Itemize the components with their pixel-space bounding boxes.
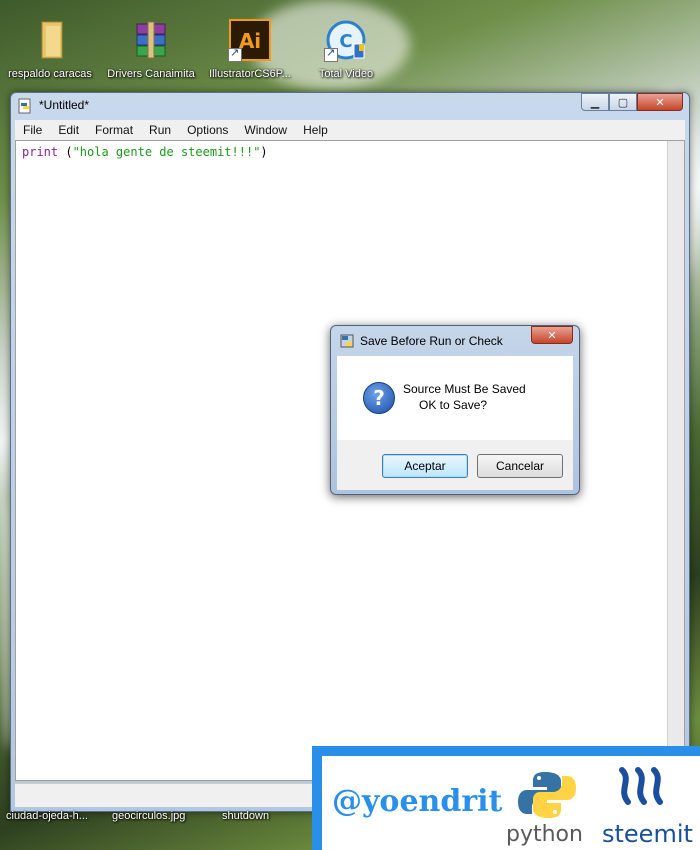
dialog-close-button[interactable]: ✕ [531, 326, 573, 344]
question-glyph: ? [373, 386, 385, 410]
menu-edit[interactable]: Edit [50, 123, 87, 137]
dialog-titlebar[interactable]: Save Before Run or Check ✕ [331, 326, 579, 354]
window-titlebar[interactable]: *Untitled* ▁ ▢ ✕ [11, 93, 689, 117]
python-file-icon [17, 98, 33, 114]
desktop-icon-respaldo[interactable]: respaldo caracas [2, 18, 98, 80]
maximize-icon: ▢ [617, 95, 629, 109]
svg-text:Ai: Ai [239, 29, 261, 53]
desktop-icon-total-video[interactable]: C Total Video [298, 18, 394, 80]
desktop-icon-illustrator[interactable]: Ai IllustratorCS6P... [202, 18, 298, 80]
desktop-icon-label: IllustratorCS6P... [209, 68, 291, 80]
winrar-archive-icon [129, 18, 173, 62]
dialog-message-line2: OK to Save? [419, 398, 488, 412]
svg-text:C: C [339, 31, 352, 52]
minimize-icon: ▁ [590, 95, 600, 109]
code-keyword: print [22, 145, 59, 159]
menu-run[interactable]: Run [141, 123, 179, 137]
cancel-button[interactable]: Cancelar [477, 454, 563, 478]
code-paren-close: ) [260, 145, 268, 159]
close-icon: ✕ [547, 328, 557, 342]
desktop-file-label[interactable]: geocirculos.jpg [112, 810, 185, 822]
desktop-file-label[interactable]: ciudad-ojeda-h... [6, 810, 88, 822]
dialog-footer: Aceptar Cancelar [337, 440, 573, 490]
minimize-button[interactable]: ▁ [581, 93, 609, 111]
menu-window[interactable]: Window [236, 123, 295, 137]
shortcut-arrow-icon [228, 46, 242, 62]
dialog-message-line1: Source Must Be Saved [403, 382, 526, 396]
desktop-icon-label: Total Video [318, 68, 374, 80]
close-button[interactable]: ✕ [637, 93, 683, 111]
code-line: print ("hola gente de steemit!!!") [22, 145, 268, 159]
menu-bar: File Edit Format Run Options Window Help [15, 120, 685, 140]
desktop-icon-label: respaldo caracas [8, 68, 92, 80]
desktop-icon-label: Drivers Canaimita [107, 68, 195, 80]
question-icon: ? [363, 382, 395, 414]
dialog-title: Save Before Run or Check [360, 334, 503, 348]
window-title: *Untitled* [39, 98, 90, 112]
branding-panel: @yoendrit python steemit [312, 746, 700, 850]
dialog-body: ? Source Must Be Saved OK to Save? [337, 356, 573, 440]
menu-help[interactable]: Help [295, 123, 336, 137]
folder-icon [28, 18, 72, 62]
menu-options[interactable]: Options [179, 123, 236, 137]
menu-format[interactable]: Format [87, 123, 141, 137]
branding-inner: @yoendrit python steemit [322, 756, 700, 850]
code-paren-open: ( [58, 145, 73, 159]
save-before-run-dialog[interactable]: Save Before Run or Check ✕ ? Source Must… [330, 325, 580, 495]
steemit-wordmark: steemit [602, 820, 693, 848]
illustrator-icon: Ai [228, 18, 272, 62]
code-string: "hola gente de steemit!!!" [72, 145, 261, 159]
total-video-icon: C [324, 18, 368, 62]
vertical-scrollbar[interactable] [667, 141, 684, 780]
author-handle: @yoendrit [332, 784, 503, 819]
python-wordmark: python [506, 822, 583, 847]
python-logo-icon [517, 770, 577, 820]
maximize-button[interactable]: ▢ [609, 93, 637, 111]
steemit-logo-icon [614, 766, 670, 816]
python-feather-icon [339, 333, 355, 349]
shortcut-arrow-icon [324, 46, 338, 62]
desktop-file-label[interactable]: shutdown [222, 810, 269, 822]
close-icon: ✕ [655, 95, 665, 109]
menu-file[interactable]: File [15, 123, 50, 137]
desktop-icon-drivers[interactable]: Drivers Canaimita [103, 18, 199, 80]
accept-button[interactable]: Aceptar [382, 454, 468, 478]
